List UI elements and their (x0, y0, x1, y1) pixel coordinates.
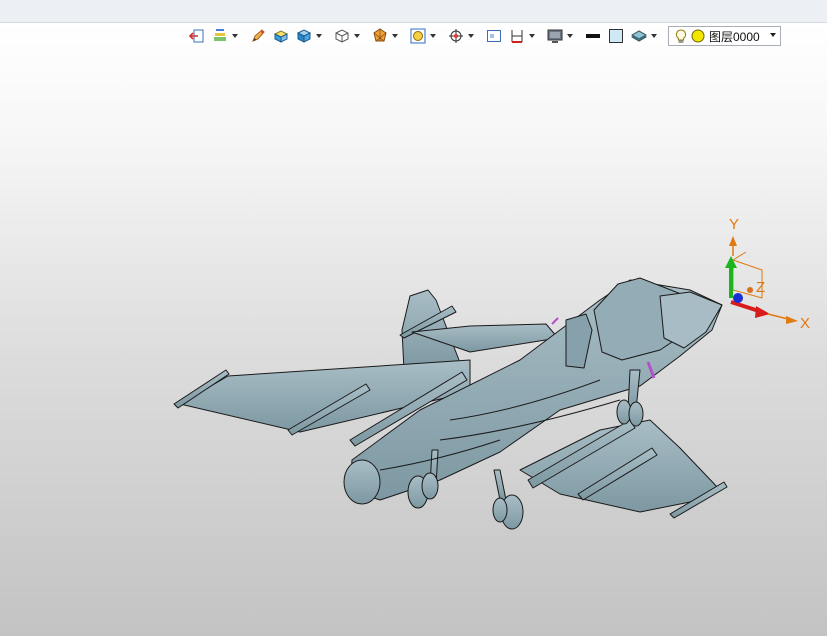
main-gear-right-strut (493, 469, 507, 501)
main-gear-left-wheel-2 (421, 472, 439, 500)
3d-model-scene: Y X Z (173, 216, 810, 530)
z-axis-label: Z (756, 279, 765, 296)
fighter-jet-model[interactable] (173, 277, 728, 530)
coordinate-triad: Y X Z (725, 216, 810, 332)
z-axis-arrow (733, 293, 743, 303)
x-axis-label: X (800, 315, 810, 332)
y-axis-label: Y (729, 216, 739, 233)
nose-gear-wheel-2 (628, 401, 644, 427)
x-axis-arrowhead (755, 306, 770, 318)
engine-nozzle (343, 459, 381, 505)
main-gear-right-wheel-2 (492, 497, 508, 523)
y-axis-arrowhead (725, 256, 737, 268)
